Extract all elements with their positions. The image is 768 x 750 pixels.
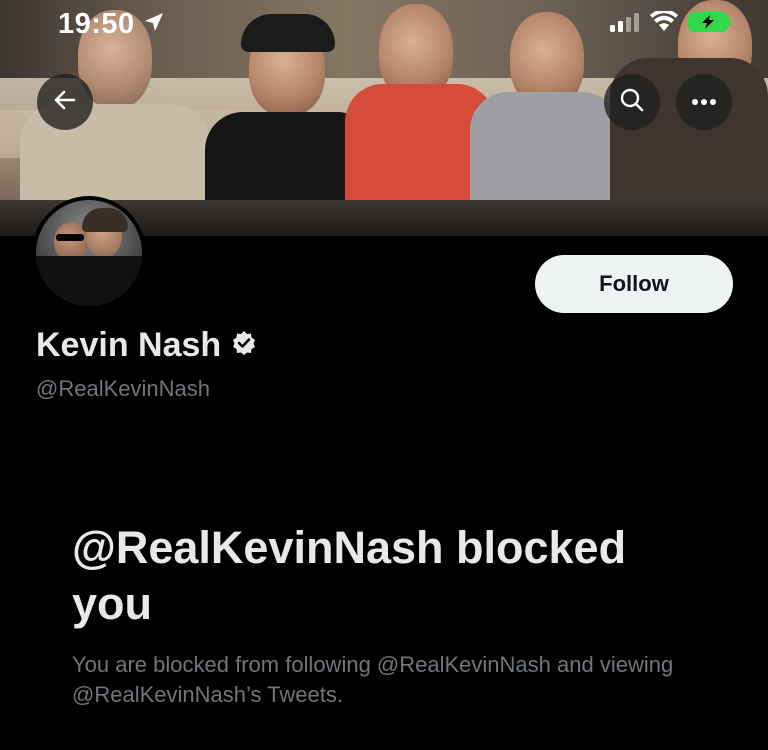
time-text: 19:50 (58, 7, 135, 40)
cellular-signal-icon (610, 12, 640, 37)
battery-charging-icon (688, 11, 732, 38)
avatar[interactable] (32, 196, 146, 310)
verified-badge-icon (231, 326, 257, 365)
profile-handle: @RealKevinNash (36, 376, 210, 401)
status-bar: 19:50 (0, 0, 768, 48)
blocked-message: You are blocked from following @RealKevi… (72, 652, 674, 707)
avatar-image (36, 200, 142, 306)
more-icon (691, 93, 717, 111)
follow-button-label: Follow (599, 271, 669, 296)
profile-name-text: Kevin Nash (36, 326, 222, 364)
more-button[interactable] (676, 74, 732, 130)
wifi-icon (650, 8, 678, 38)
status-time: 19:50 (58, 8, 165, 41)
search-icon (619, 87, 645, 118)
location-arrow-icon (143, 8, 165, 41)
blocked-title: @RealKevinNash blocked you (72, 522, 627, 629)
follow-button[interactable]: Follow (535, 255, 733, 313)
back-button[interactable] (37, 74, 93, 130)
arrow-left-icon (52, 87, 78, 118)
search-button[interactable] (604, 74, 660, 130)
profile-name: Kevin Nash (36, 326, 257, 365)
